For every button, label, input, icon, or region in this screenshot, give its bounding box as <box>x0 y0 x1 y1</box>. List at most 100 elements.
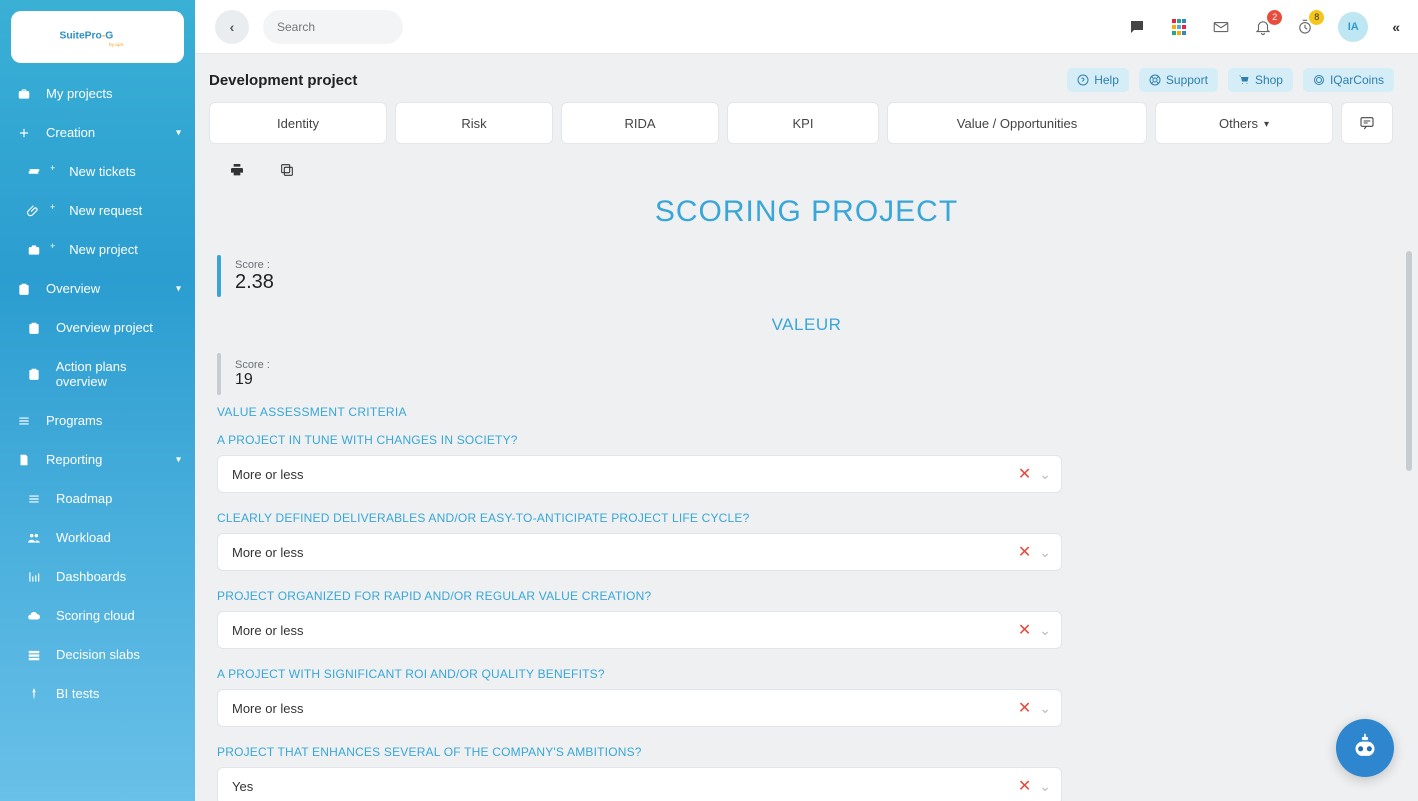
sidebar-item-new-tickets[interactable]: + New tickets <box>0 152 195 191</box>
support-button[interactable]: Support <box>1139 68 1218 92</box>
select-value: Yes <box>232 779 1018 794</box>
tab-label: RIDA <box>624 116 655 131</box>
paperclip-icon <box>26 204 42 218</box>
sidebar-item-label: New request <box>69 203 142 218</box>
sidebar-item-label: Scoring cloud <box>56 608 135 623</box>
avatar[interactable]: IA <box>1338 12 1368 42</box>
tab-label: Others <box>1219 116 1258 131</box>
sidebar-item-programs[interactable]: Programs <box>0 401 195 440</box>
chart-icon <box>26 570 42 584</box>
question-block: PROJECT ORGANIZED FOR RAPID AND/OR REGUL… <box>217 589 1396 649</box>
clear-icon[interactable]: ✕ <box>1018 464 1031 484</box>
sidebar-item-label: New tickets <box>69 164 135 179</box>
question-select[interactable]: Yes ✕ ⌄ <box>217 767 1062 801</box>
sidebar-item-reporting[interactable]: Reporting ▾ <box>0 440 195 479</box>
score-label: Score : <box>235 359 270 371</box>
sidebar-item-workload[interactable]: Workload <box>0 518 195 557</box>
shop-button[interactable]: Shop <box>1228 68 1293 92</box>
tab-rida[interactable]: RIDA <box>561 102 719 144</box>
tab-comments[interactable] <box>1341 102 1393 144</box>
scrollbar-thumb[interactable] <box>1406 251 1412 471</box>
chevron-down-icon: ▾ <box>176 454 181 465</box>
sidebar-item-new-project[interactable]: + New project <box>0 230 195 269</box>
mail-icon[interactable] <box>1212 18 1230 36</box>
table-icon <box>26 648 42 662</box>
cloud-icon <box>26 609 42 623</box>
tab-value-opportunities[interactable]: Value / Opportunities <box>887 102 1147 144</box>
question-select[interactable]: More or less ✕ ⌄ <box>217 689 1062 727</box>
plus-badge: + <box>50 241 55 251</box>
chevron-down-icon: ▾ <box>1264 119 1269 130</box>
chevron-down-icon[interactable]: ⌄ <box>1039 622 1051 639</box>
sidebar: SuitePro-G by iqar My projects Creation … <box>0 0 195 801</box>
chat-icon[interactable] <box>1128 18 1146 36</box>
chevron-down-icon: ▾ <box>176 283 181 294</box>
timer-badge: 8 <box>1309 10 1324 25</box>
clear-icon[interactable]: ✕ <box>1018 776 1031 796</box>
chevron-down-icon: ▾ <box>176 127 181 138</box>
sidebar-item-overview-project[interactable]: Overview project <box>0 308 195 347</box>
collapse-panel-button[interactable]: « <box>1392 19 1400 35</box>
sidebar-item-bi-tests[interactable]: BI tests <box>0 674 195 713</box>
apps-icon[interactable] <box>1170 18 1188 36</box>
ticket-icon <box>26 165 42 179</box>
sidebar-item-label: My projects <box>46 86 112 101</box>
search-input[interactable] <box>263 10 403 44</box>
select-value: More or less <box>232 701 1018 716</box>
sidebar-item-decision-slabs[interactable]: Decision slabs <box>0 635 195 674</box>
content[interactable]: SCORING PROJECT Score : 2.38 VALEUR Scor… <box>195 189 1418 801</box>
question-select[interactable]: More or less ✕ ⌄ <box>217 533 1062 571</box>
chevron-down-icon[interactable]: ⌄ <box>1039 778 1051 795</box>
pill-label: Help <box>1094 73 1119 87</box>
sidebar-item-scoring-cloud[interactable]: Scoring cloud <box>0 596 195 635</box>
clear-icon[interactable]: ✕ <box>1018 698 1031 718</box>
valeur-score-value: 19 <box>235 371 270 389</box>
tab-label: Value / Opportunities <box>957 116 1077 131</box>
page-header: Development project Help Support Shop IQ… <box>195 54 1418 102</box>
bell-icon[interactable]: 2 <box>1254 18 1272 36</box>
page-title: Development project <box>209 72 357 89</box>
tab-label: KPI <box>793 116 814 131</box>
question-select[interactable]: More or less ✕ ⌄ <box>217 455 1062 493</box>
robot-icon <box>1346 729 1384 767</box>
sidebar-item-my-projects[interactable]: My projects <box>0 74 195 113</box>
clear-icon[interactable]: ✕ <box>1018 542 1031 562</box>
sidebar-item-label: Workload <box>56 530 111 545</box>
sidebar-item-overview[interactable]: Overview ▾ <box>0 269 195 308</box>
tab-label: Identity <box>277 116 319 131</box>
cart-icon <box>1238 74 1250 86</box>
question-block: PROJECT THAT ENHANCES SEVERAL OF THE COM… <box>217 745 1396 801</box>
timer-icon[interactable]: 8 <box>1296 18 1314 36</box>
clear-icon[interactable]: ✕ <box>1018 620 1031 640</box>
copy-button[interactable] <box>279 162 295 181</box>
question-label: CLEARLY DEFINED DELIVERABLES AND/OR EASY… <box>217 511 1396 525</box>
sidebar-item-creation[interactable]: Creation ▾ <box>0 113 195 152</box>
sidebar-item-dashboards[interactable]: Dashboards <box>0 557 195 596</box>
pill-label: IQarCoins <box>1330 73 1384 87</box>
chevron-down-icon[interactable]: ⌄ <box>1039 466 1051 483</box>
question-select[interactable]: More or less ✕ ⌄ <box>217 611 1062 649</box>
iqarcoins-button[interactable]: IQarCoins <box>1303 68 1394 92</box>
back-button[interactable]: ‹ <box>215 10 249 44</box>
chevron-down-icon[interactable]: ⌄ <box>1039 700 1051 717</box>
select-value: More or less <box>232 545 1018 560</box>
tab-label: Risk <box>461 116 486 131</box>
chatbot-fab[interactable] <box>1336 719 1394 777</box>
sidebar-item-roadmap[interactable]: Roadmap <box>0 479 195 518</box>
tab-kpi[interactable]: KPI <box>727 102 879 144</box>
print-button[interactable] <box>229 162 245 181</box>
select-value: More or less <box>232 467 1018 482</box>
sidebar-item-action-plans[interactable]: Action plans overview <box>0 347 195 401</box>
question-label: PROJECT THAT ENHANCES SEVERAL OF THE COM… <box>217 745 1396 759</box>
tab-risk[interactable]: Risk <box>395 102 553 144</box>
tab-identity[interactable]: Identity <box>209 102 387 144</box>
clipboard-icon <box>26 367 42 381</box>
sidebar-item-label: Decision slabs <box>56 647 140 662</box>
briefcase-icon <box>26 243 42 257</box>
help-button[interactable]: Help <box>1067 68 1129 92</box>
sidebar-item-new-request[interactable]: + New request <box>0 191 195 230</box>
chevron-down-icon[interactable]: ⌄ <box>1039 544 1051 561</box>
tab-others[interactable]: Others ▾ <box>1155 102 1333 144</box>
topbar: ‹ 2 8 <box>195 0 1418 54</box>
list-icon <box>16 414 32 428</box>
